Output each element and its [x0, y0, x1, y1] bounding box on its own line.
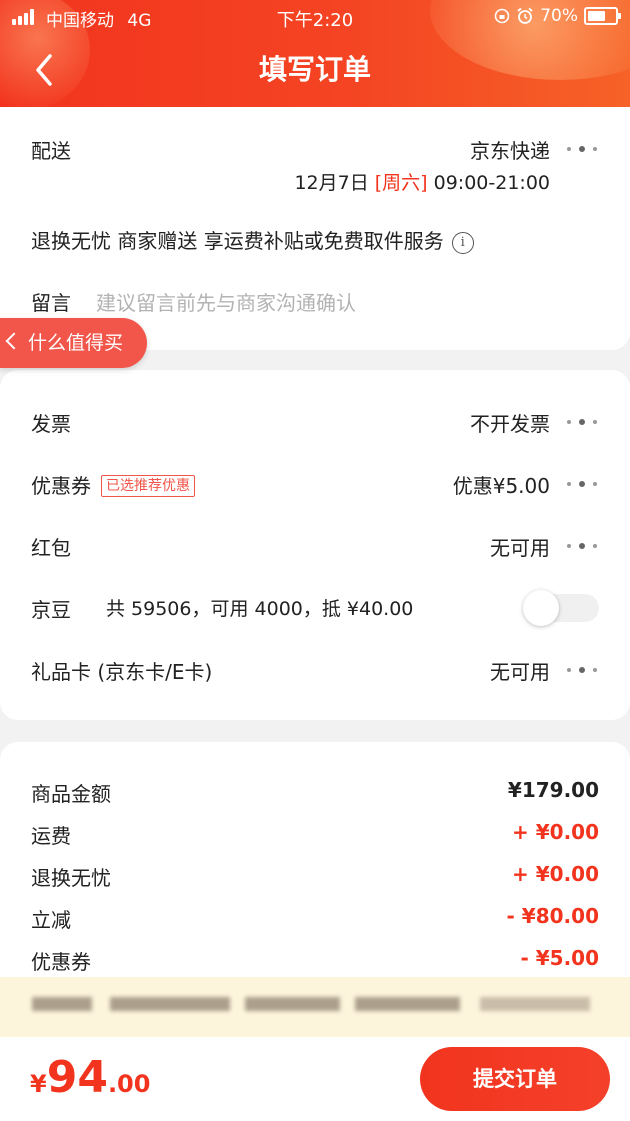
courier-name[interactable]: 京东快递 — [470, 135, 550, 164]
status-right: 70% — [494, 6, 621, 26]
jingdou-toggle[interactable] — [523, 590, 599, 626]
status-bar: 中国移动 4G 下午2:20 70% — [0, 6, 630, 31]
coupon-badge: 已选推荐优惠 — [101, 475, 195, 497]
notice-banner — [0, 977, 630, 1037]
coupon-row: 优惠券 已选推荐优惠 — [31, 470, 195, 499]
chevron-left-icon — [5, 332, 23, 350]
more-icon[interactable] — [567, 144, 599, 154]
summary-value: - ¥5.00 — [520, 946, 599, 970]
redpacket-label: 红包 — [31, 536, 71, 560]
redpacket-value[interactable]: 无可用 — [490, 532, 550, 561]
more-icon[interactable] — [567, 541, 599, 551]
smzdm-label: 什么值得买 — [28, 332, 124, 354]
rotation-lock-icon — [494, 8, 510, 24]
total-price: ¥94.00 — [30, 1052, 150, 1103]
summary-value: + ¥0.00 — [512, 862, 599, 886]
summary-label: 立减 — [31, 908, 71, 932]
jingdou-label: 京豆 — [31, 598, 71, 622]
summary-label: 退换无忧 — [31, 866, 111, 890]
battery-percent: 70% — [540, 6, 578, 26]
alarm-icon — [517, 7, 533, 24]
app-header: 中国移动 4G 下午2:20 70% 填写订单 — [0, 0, 630, 107]
battery-icon — [584, 7, 621, 25]
summary-label: 运费 — [31, 824, 71, 848]
delivery-card: 配送 京东快递 12月7日 [周六] 09:00-21:00 退换无忧 商家赠送… — [0, 107, 630, 350]
summary-value: ¥179.00 — [507, 778, 599, 802]
info-icon[interactable]: i — [451, 232, 474, 254]
summary-value: - ¥80.00 — [506, 904, 599, 928]
coupon-label: 优惠券 — [31, 474, 91, 498]
giftcard-label: 礼品卡 (京东卡/E卡) — [31, 660, 213, 684]
delivery-window: 09:00-21:00 — [433, 172, 550, 194]
total-integer: 94 — [46, 1052, 108, 1103]
summary-label: 优惠券 — [31, 950, 91, 974]
message-input[interactable]: 建议留言前先与商家沟通确认 — [96, 287, 356, 316]
message-label: 留言 — [31, 291, 71, 315]
delivery-time[interactable]: 12月7日 [周六] 09:00-21:00 — [294, 168, 550, 195]
checkout-bar: ¥94.00 提交订单 — [0, 1037, 630, 1121]
invoice-value[interactable]: 不开发票 — [470, 408, 550, 437]
summary-label: 商品金额 — [31, 782, 111, 806]
more-icon[interactable] — [567, 417, 599, 427]
invoice-label: 发票 — [31, 412, 71, 436]
more-icon[interactable] — [567, 665, 599, 675]
return-service-text: 退换无忧 商家赠送 享运费补贴或免费取件服务 — [31, 229, 444, 253]
summary-value: + ¥0.00 — [512, 820, 599, 844]
options-card: 发票 不开发票 优惠券 已选推荐优惠 优惠¥5.00 红包 无可用 京豆 共 59… — [0, 370, 630, 720]
currency-symbol: ¥ — [30, 1070, 47, 1098]
delivery-date: 12月7日 — [294, 172, 369, 194]
jingdou-detail: 共 59506，可用 4000，抵 ¥40.00 — [106, 598, 414, 620]
giftcard-value[interactable]: 无可用 — [490, 656, 550, 685]
delivery-label: 配送 — [31, 139, 71, 163]
submit-order-button[interactable]: 提交订单 — [420, 1047, 610, 1111]
coupon-value[interactable]: 优惠¥5.00 — [453, 470, 550, 499]
total-decimal: .00 — [107, 1070, 151, 1098]
return-service[interactable]: 退换无忧 商家赠送 享运费补贴或免费取件服务 i — [31, 225, 474, 254]
page-title: 填写订单 — [258, 53, 371, 86]
delivery-weekday: [周六] — [374, 172, 428, 194]
toggle-knob — [523, 590, 559, 626]
more-icon[interactable] — [567, 479, 599, 489]
smzdm-button[interactable]: 什么值得买 — [0, 318, 147, 368]
